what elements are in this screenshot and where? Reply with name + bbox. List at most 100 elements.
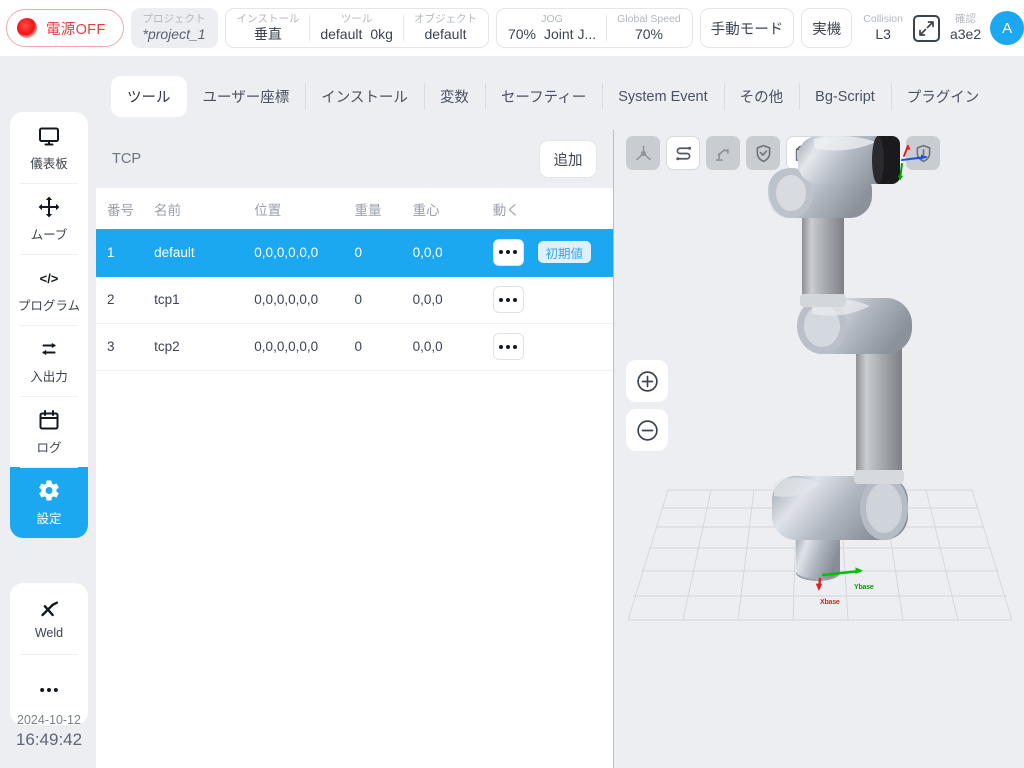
add-button[interactable]: 追加 [539, 140, 597, 178]
tab-user-coord[interactable]: ユーザー座標 [187, 76, 306, 117]
cell-weight: 0 [354, 229, 413, 277]
cell-action [492, 276, 613, 324]
sidebar-secondary: Weld [10, 583, 88, 725]
project-title: プロジェクト [142, 12, 206, 25]
object-value: default [424, 25, 467, 42]
divider [309, 15, 311, 41]
install-tool-object-pill[interactable]: インストール 垂直 ツール default 0kg オブジェクト default [224, 8, 489, 48]
cell-no: 3 [96, 323, 155, 371]
column-header-action: 動く [492, 202, 520, 218]
calendar-icon [37, 408, 61, 432]
speed-pill[interactable]: JOG 70% Joint J... Global Speed 70% [495, 8, 693, 48]
table-row[interactable]: 2 tcp1 0,0,0,0,0,0 0 0,0,0 [96, 276, 613, 324]
move-arrows-icon [37, 195, 61, 219]
cell-no: 1 [96, 229, 155, 277]
svg-text:</>: </> [40, 271, 59, 286]
cell-cog: 0,0,0 [412, 229, 493, 277]
zoom-out-button[interactable] [626, 409, 668, 451]
clock-date: 2024-10-12 [17, 713, 81, 727]
ellipsis-icon [37, 678, 61, 702]
sidebar-item-log[interactable]: ログ [10, 396, 88, 467]
table-header-row: 番号 名前 位置 重量 重心 動く [96, 188, 613, 229]
object-group[interactable]: オブジェクト default [414, 13, 477, 44]
sidebar-label: 入出力 [30, 369, 68, 384]
top-bar: 電源OFF プロジェクト *project_1 インストール 垂直 ツール de… [0, 0, 1024, 56]
power-label: 電源OFF [46, 21, 106, 38]
sidebar-item-weld[interactable]: Weld [10, 583, 88, 654]
install-group[interactable]: インストール 垂直 [237, 13, 300, 44]
confirm-status[interactable]: 確認 a3e2 [950, 13, 981, 44]
zoom-controls [626, 360, 668, 451]
global-speed-value: 70% [634, 25, 663, 42]
table-row[interactable]: 1 default 0,0,0,0,0,0 0 0,0,0 初期値 [96, 229, 613, 277]
cell-cog: 0,0,0 [412, 323, 493, 371]
confirm-value: a3e2 [949, 25, 982, 42]
tab-system-event[interactable]: System Event [602, 76, 723, 117]
jog-mode: Joint J... [544, 25, 597, 42]
zoom-in-button[interactable] [626, 360, 668, 402]
clock-time: 16:49:42 [15, 729, 83, 749]
sidebar-label: ログ [36, 440, 62, 455]
collision-title: Collision [863, 12, 903, 25]
sidebar-label: Weld [34, 626, 64, 640]
real-machine-button[interactable]: 実機 [801, 8, 853, 48]
sidebar-label: ムーブ [30, 227, 68, 242]
page-title: TCP [112, 151, 141, 167]
cell-no: 2 [96, 276, 155, 324]
gear-icon [37, 479, 61, 503]
swap-arrows-icon [37, 337, 61, 361]
sidebar-item-program[interactable]: </> プログラム [10, 254, 88, 325]
sidebar-item-io[interactable]: 入出力 [10, 325, 88, 396]
sidebar-item-settings[interactable]: 設定 [10, 467, 88, 538]
sidebar-item-move[interactable]: ムーブ [10, 183, 88, 254]
row-menu-button[interactable] [492, 286, 524, 313]
expand-arrows-icon[interactable] [912, 14, 940, 42]
sidebar-label: プログラム [17, 298, 81, 313]
row-menu-button[interactable] [492, 238, 524, 266]
sidebar: 儀表板 ムーブ </> プログラム 入出力 ログ 設定 [10, 112, 88, 538]
tab-install[interactable]: インストール [305, 76, 424, 117]
global-speed-group[interactable]: Global Speed 70% [617, 13, 681, 44]
power-indicator-dot [17, 18, 37, 38]
tab-safety[interactable]: セーフティー [484, 76, 602, 117]
table-row[interactable]: 3 tcp2 0,0,0,0,0,0 0 0,0,0 [96, 323, 613, 371]
jog-group[interactable]: JOG 70% Joint J... [508, 13, 596, 44]
cell-weight: 0 [354, 323, 413, 371]
manual-mode-button[interactable]: 手動モード [699, 8, 795, 48]
project-pill[interactable]: プロジェクト *project_1 [130, 8, 218, 48]
cell-weight: 0 [354, 276, 413, 324]
row-menu-button[interactable] [492, 333, 524, 360]
collision-status[interactable]: Collision L3 [863, 13, 903, 44]
object-title: オブジェクト [413, 12, 477, 25]
avatar[interactable]: A [990, 11, 1024, 45]
power-toggle-button[interactable]: 電源OFF [6, 9, 124, 47]
divider [606, 15, 608, 41]
clock: 2024-10-12 16:49:42 [10, 712, 88, 751]
tab-other[interactable]: その他 [723, 76, 800, 117]
weld-torch-icon [37, 597, 61, 621]
column-header-no: 番号 [107, 202, 134, 218]
column-header-name: 名前 [154, 202, 182, 218]
jog-title: JOG [541, 12, 563, 25]
tab-bg-script[interactable]: Bg-Script [799, 76, 891, 117]
global-speed-title: Global Speed [617, 12, 681, 25]
column-header-weight: 重量 [354, 202, 382, 218]
cell-name: tcp2 [154, 323, 255, 371]
robot-3d-viewport[interactable]: Xbase Ybase [616, 130, 1024, 683]
tab-tool[interactable]: ツール [111, 76, 187, 117]
tab-plugin[interactable]: プラグイン [890, 76, 996, 117]
cell-pos: 0,0,0,0,0,0 [254, 323, 355, 371]
panel-divider[interactable] [613, 130, 614, 768]
sidebar-item-dashboard[interactable]: 儀表板 [10, 112, 88, 183]
tcp-table: 番号 名前 位置 重量 重心 動く 1 default 0,0,0,0,0,0 … [96, 188, 613, 371]
jog-speed: 70% [507, 25, 536, 42]
confirm-title: 確認 [955, 12, 977, 25]
tcp-panel: TCP 追加 番号 名前 位置 重量 重心 動く 1 default 0,0,0… [96, 130, 613, 768]
cell-action: 初期値 [492, 229, 613, 277]
tab-variables[interactable]: 変数 [423, 76, 485, 117]
install-title: インストール [236, 12, 300, 25]
axis-label-x: Xbase [820, 599, 840, 606]
divider [402, 15, 404, 41]
tool-group[interactable]: ツール default 0kg [320, 13, 393, 44]
cell-pos: 0,0,0,0,0,0 [254, 229, 355, 277]
